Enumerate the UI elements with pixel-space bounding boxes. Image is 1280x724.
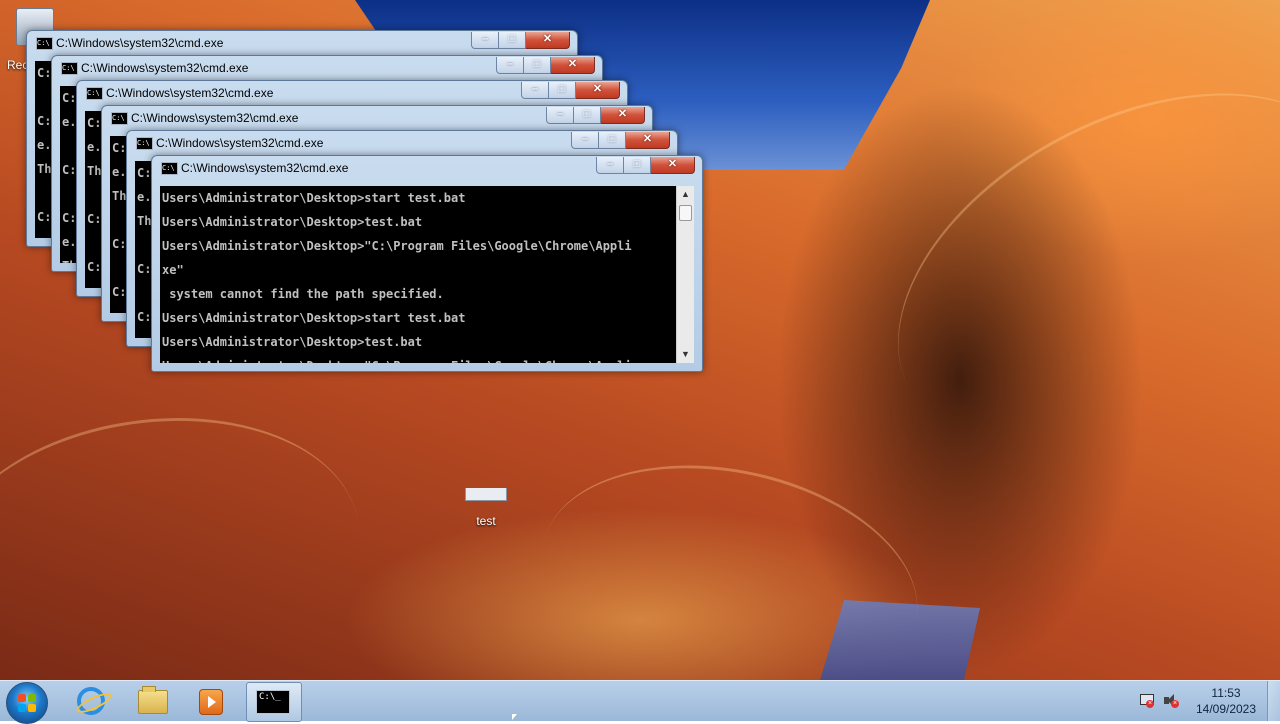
scroll-down-arrow-icon[interactable]: ▼: [677, 346, 694, 363]
rock-ridge: [0, 392, 377, 680]
maximize-button[interactable]: □: [499, 32, 526, 49]
console-line: Users\Administrator\Desktop>"C:\Program …: [162, 239, 632, 253]
maximize-icon: □: [583, 108, 591, 120]
window-title: C:\Windows\system32\cmd.exe: [81, 61, 249, 75]
taskbar-media-player[interactable]: [183, 682, 237, 720]
cmd-window[interactable]: C:\ C:\Windows\system32\cmd.exe – □ ✕ Users\A…: [151, 155, 703, 372]
taskbar-file-explorer[interactable]: [124, 682, 178, 720]
minimize-icon: –: [606, 158, 614, 170]
window-titlebar[interactable]: C:\ C:\Windows\system32\cmd.exe – □ ✕: [77, 81, 627, 105]
close-button[interactable]: ✕: [551, 57, 595, 74]
caption-buttons: – □ ✕: [496, 57, 595, 74]
network-icon[interactable]: ×: [1140, 694, 1154, 708]
window-titlebar[interactable]: C:\ C:\Windows\system32\cmd.exe – □ ✕: [152, 156, 702, 180]
maximize-icon: □: [608, 133, 616, 145]
test-bat-label: test: [476, 514, 496, 528]
mouse-cursor: [512, 714, 517, 720]
window-titlebar[interactable]: C:\ C:\Windows\system32\cmd.exe – □ ✕: [27, 31, 577, 55]
volume-muted-icon[interactable]: ×: [1164, 694, 1179, 708]
console-line: xe": [162, 263, 184, 277]
maximize-icon: □: [533, 58, 541, 70]
window-title: C:\Windows\system32\cmd.exe: [181, 161, 349, 175]
close-icon: ✕: [592, 83, 603, 95]
maximize-button[interactable]: □: [524, 57, 551, 74]
minimize-icon: –: [556, 108, 564, 120]
close-button[interactable]: ✕: [601, 107, 645, 124]
cmd-window-icon[interactable]: C:\: [61, 62, 78, 75]
cmd-window-icon[interactable]: C:\: [111, 112, 128, 125]
cmd-window-icon[interactable]: C:\: [36, 37, 53, 50]
console-line: Users\Administrator\Desktop>test.bat: [162, 335, 423, 349]
test-bat-desktop-icon[interactable]: test: [456, 488, 516, 528]
cmd-window-icon[interactable]: C:\: [161, 162, 178, 175]
clock[interactable]: 11:53 14/09/2023: [1186, 685, 1266, 717]
minimize-icon: –: [531, 83, 539, 95]
window-title: C:\Windows\system32\cmd.exe: [131, 111, 299, 125]
folder-icon: [138, 686, 168, 714]
minimize-button[interactable]: –: [521, 82, 549, 99]
windows-logo-icon: [18, 694, 36, 712]
close-icon: ✕: [617, 108, 628, 120]
taskbar-cmd-button[interactable]: C:\_: [246, 682, 302, 722]
clock-time: 11:53: [1211, 686, 1241, 700]
internet-explorer-icon: [77, 687, 105, 715]
cmd-icon: C:\_: [256, 690, 290, 714]
console-line: Users\Administrator\Desktop>start test.b…: [162, 311, 466, 325]
vertical-scrollbar[interactable]: ▲▼: [676, 186, 694, 363]
close-icon: ✕: [667, 158, 678, 170]
minimize-button[interactable]: –: [546, 107, 574, 124]
maximize-button[interactable]: □: [549, 82, 576, 99]
minimize-button[interactable]: –: [471, 32, 499, 49]
close-button[interactable]: ✕: [651, 157, 695, 174]
scroll-up-arrow-icon[interactable]: ▲: [677, 186, 694, 203]
window-titlebar[interactable]: C:\ C:\Windows\system32\cmd.exe – □ ✕: [127, 131, 677, 155]
maximize-button[interactable]: □: [624, 157, 651, 174]
close-button[interactable]: ✕: [526, 32, 570, 49]
show-desktop-button[interactable]: [1267, 681, 1280, 721]
close-button[interactable]: ✕: [626, 132, 670, 149]
cmd-window-icon[interactable]: C:\: [86, 87, 103, 100]
taskbar-internet-explorer[interactable]: [64, 682, 118, 720]
window-title: C:\Windows\system32\cmd.exe: [56, 36, 224, 50]
minimize-button[interactable]: –: [596, 157, 624, 174]
close-icon: ✕: [567, 58, 578, 70]
media-player-icon: [199, 689, 223, 715]
minimize-icon: –: [481, 33, 489, 45]
console-line: Users\Administrator\Desktop>start test.b…: [162, 191, 466, 205]
close-icon: ✕: [642, 133, 653, 145]
system-tray: × × 11:53 14/09/2023: [1120, 681, 1280, 721]
console-line: Users\Administrator\Desktop>"C:\Program …: [160, 354, 677, 363]
rock-ridge: [838, 20, 1280, 523]
maximize-button[interactable]: □: [599, 132, 626, 149]
maximize-icon: □: [633, 158, 641, 170]
start-button[interactable]: [6, 682, 48, 724]
caption-buttons: – □ ✕: [521, 82, 620, 99]
minimize-icon: –: [581, 133, 589, 145]
console-line: system cannot find the path specified.: [162, 287, 444, 301]
caption-buttons: – □ ✕: [596, 157, 695, 174]
taskbar: C:\_ × × 11:53 14/09/2023: [0, 680, 1280, 724]
caption-buttons: – □ ✕: [546, 107, 645, 124]
window-title: C:\Windows\system32\cmd.exe: [106, 86, 274, 100]
window-titlebar[interactable]: C:\ C:\Windows\system32\cmd.exe – □ ✕: [102, 106, 652, 130]
console-line: Users\Administrator\Desktop>test.bat: [162, 215, 423, 229]
cmd-window-icon[interactable]: C:\: [136, 137, 153, 150]
maximize-button[interactable]: □: [574, 107, 601, 124]
batch-file-icon: [465, 488, 507, 501]
minimize-button[interactable]: –: [496, 57, 524, 74]
caption-buttons: – □ ✕: [471, 32, 570, 49]
window-titlebar[interactable]: C:\ C:\Windows\system32\cmd.exe – □ ✕: [52, 56, 602, 80]
scroll-thumb[interactable]: [679, 205, 692, 221]
maximize-icon: □: [558, 83, 566, 95]
minimize-icon: –: [506, 58, 514, 70]
close-icon: ✕: [542, 33, 553, 45]
minimize-button[interactable]: –: [571, 132, 599, 149]
close-button[interactable]: ✕: [576, 82, 620, 99]
rock-ridge: [520, 432, 940, 680]
clock-date: 14/09/2023: [1195, 702, 1257, 716]
maximize-icon: □: [508, 33, 516, 45]
caption-buttons: – □ ✕: [571, 132, 670, 149]
window-title: C:\Windows\system32\cmd.exe: [156, 136, 324, 150]
console-output[interactable]: Users\Administrator\Desktop>start test.b…: [160, 186, 677, 363]
